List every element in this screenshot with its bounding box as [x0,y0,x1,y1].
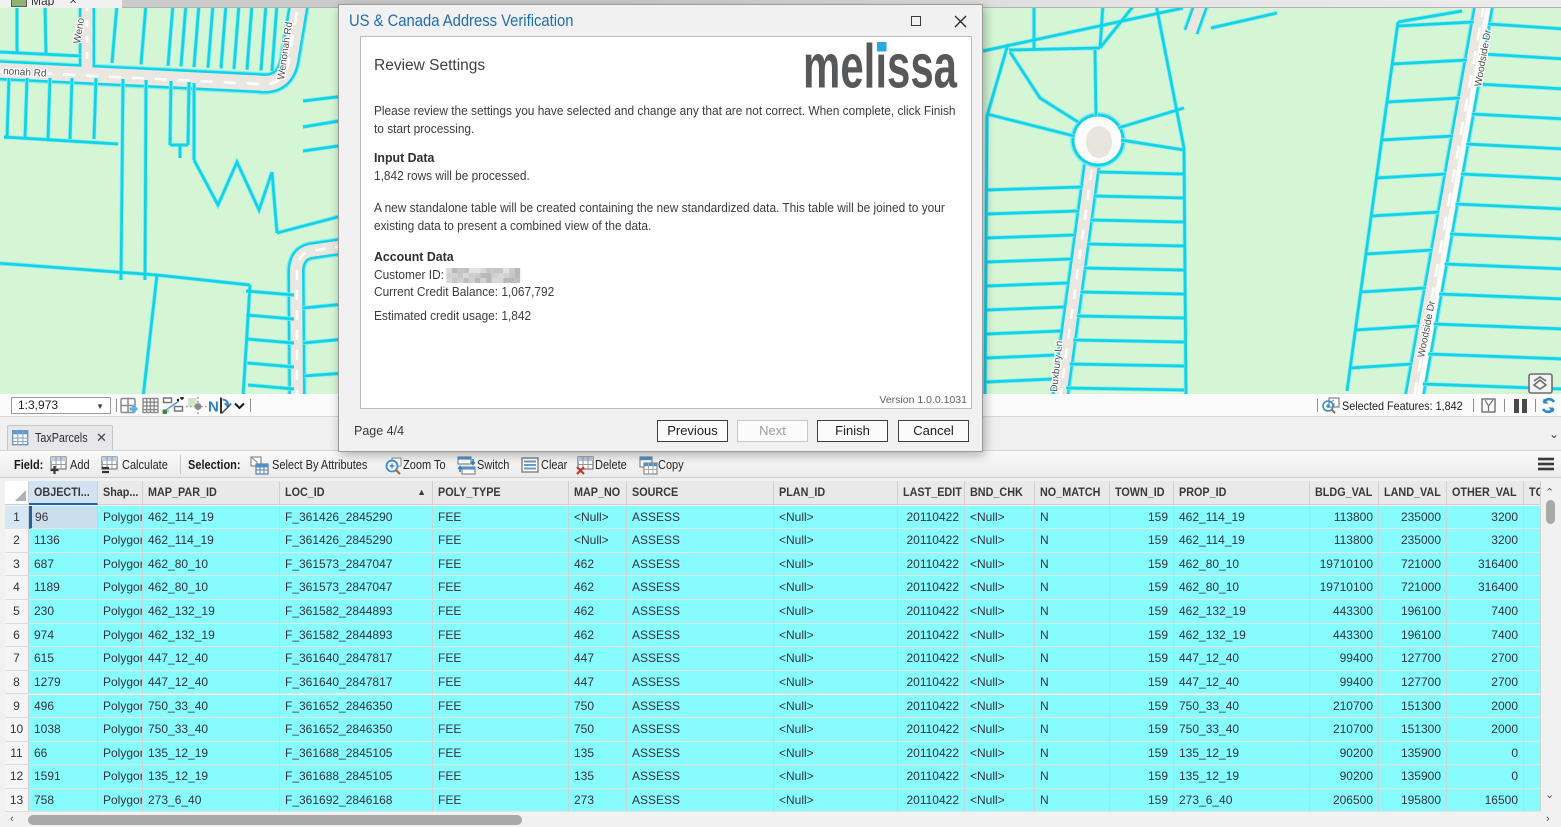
svg-text:N: N [208,399,219,416]
